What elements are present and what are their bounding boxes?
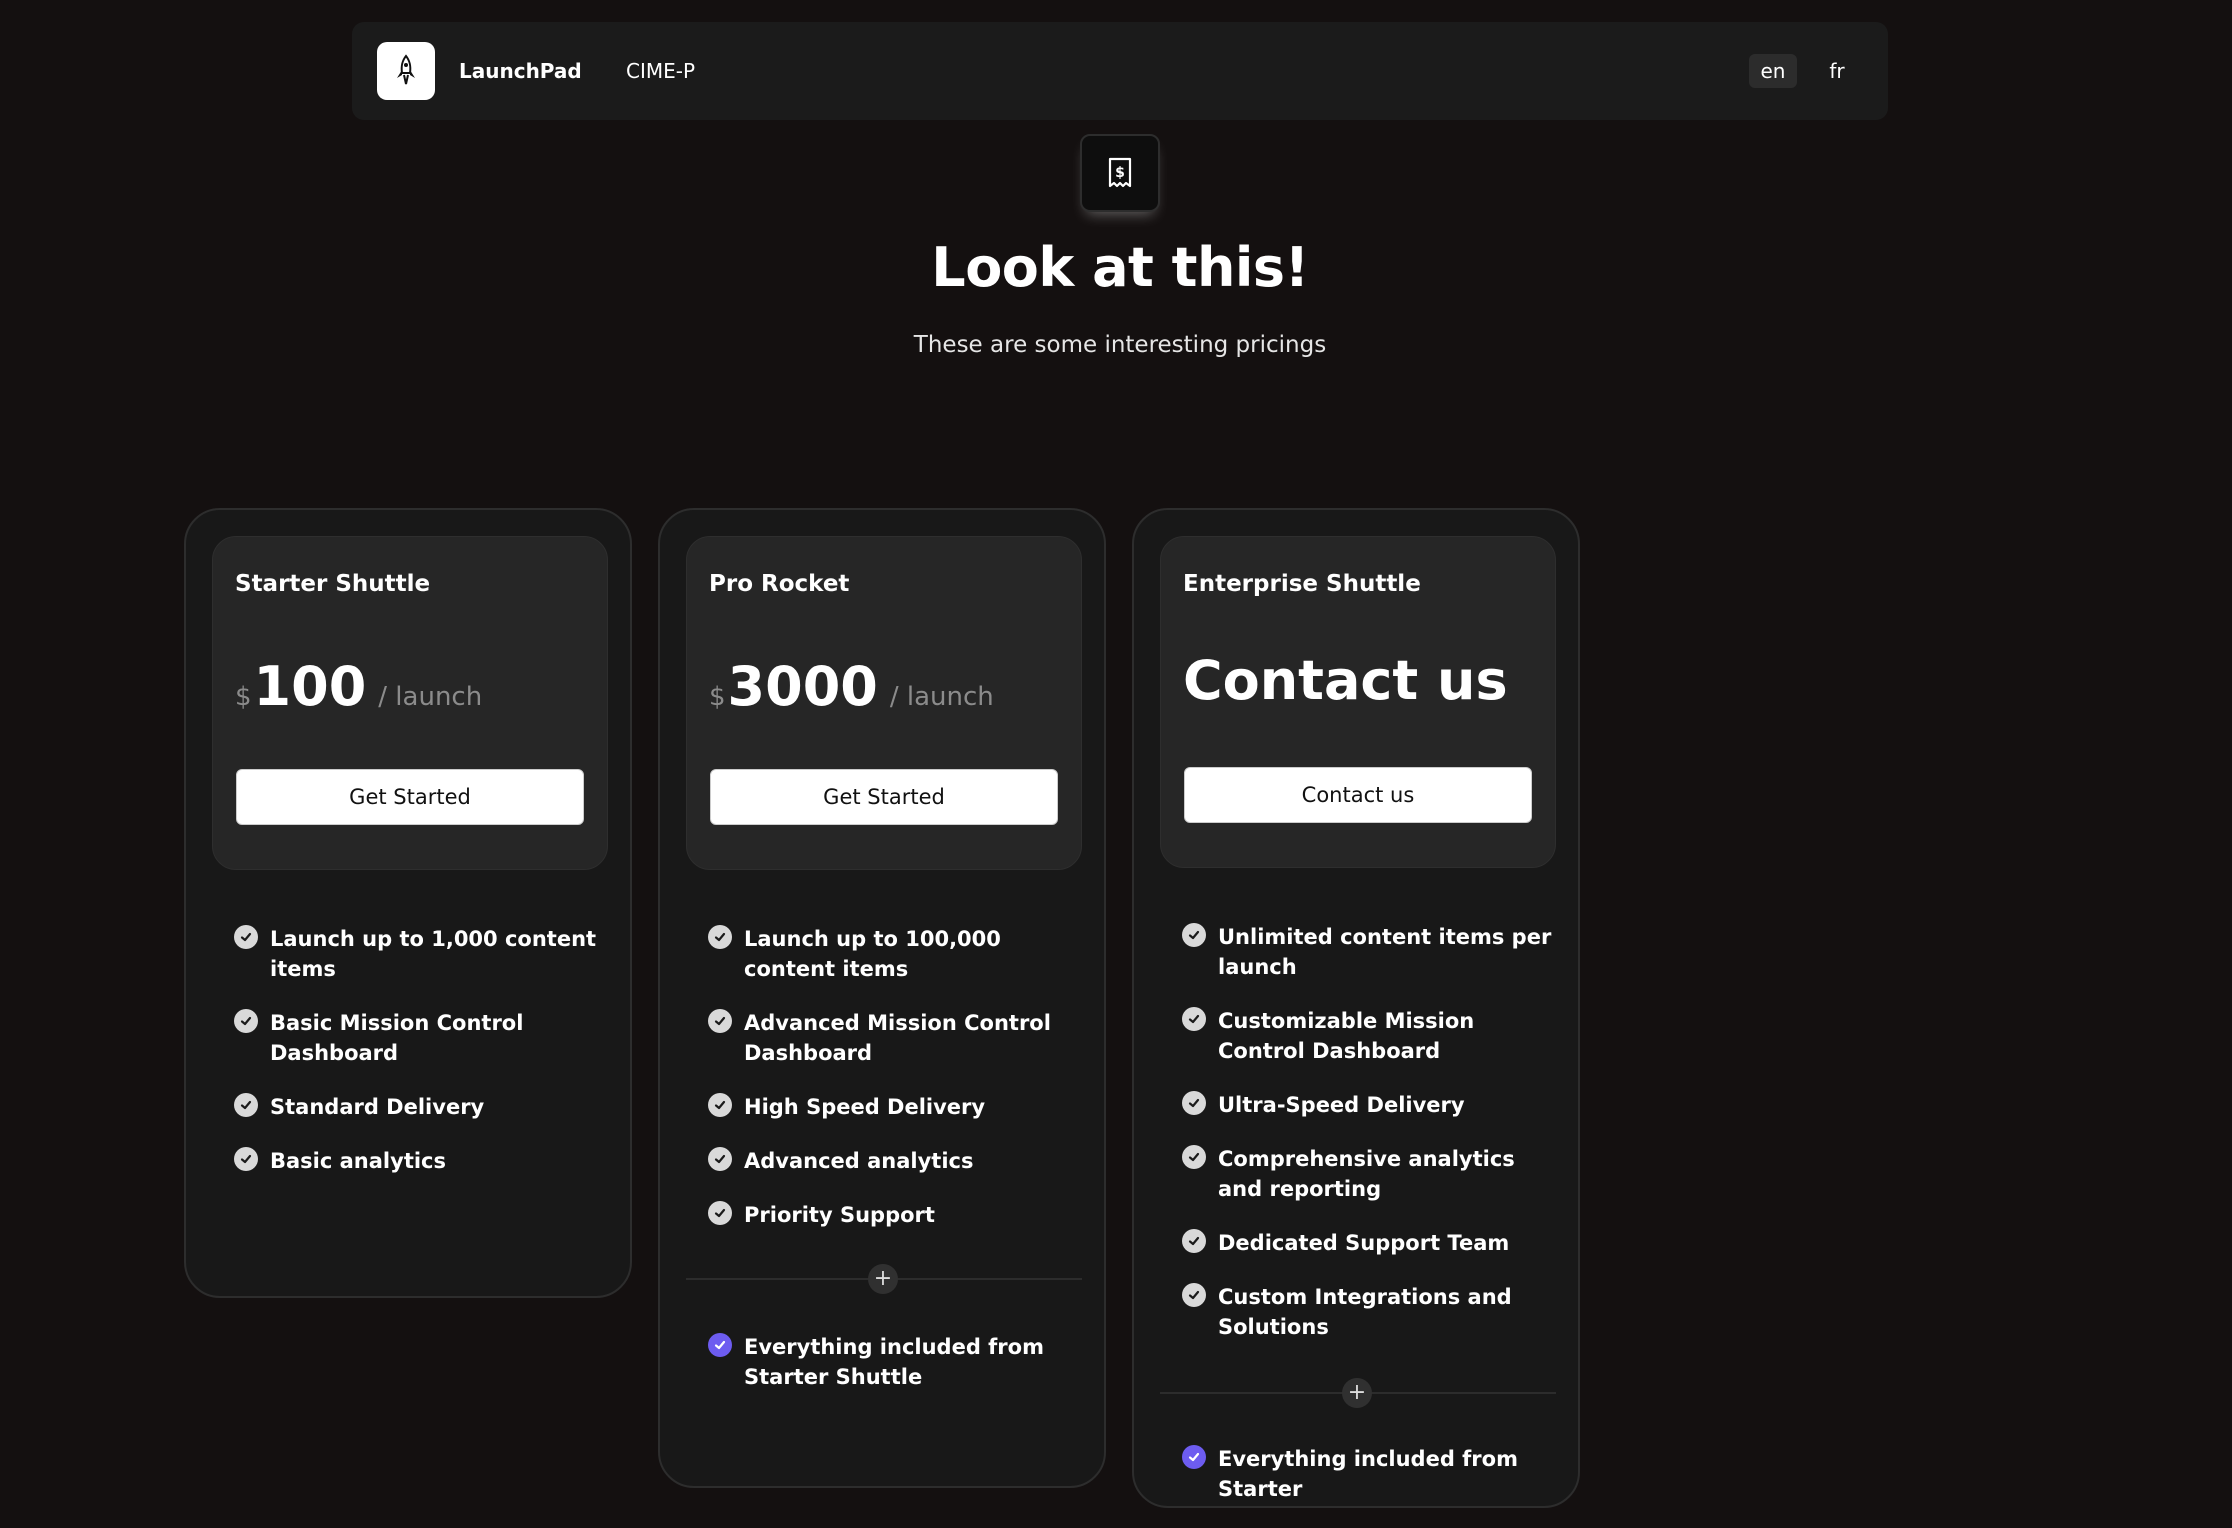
check-icon <box>708 925 732 949</box>
feature-text: Launch up to 1,000 content items <box>270 927 597 981</box>
price-amount: 100 <box>253 655 367 718</box>
price-contact: Contact us <box>1183 649 1508 712</box>
pricing-card-enterprise: Enterprise Shuttle Contact us Contact us… <box>1132 508 1580 1508</box>
feature-text: Everything included from Starter Shuttle <box>744 1335 1044 1389</box>
pricing-card-pro: Pro Rocket $ 3000 / launch Get Started L… <box>658 508 1106 1488</box>
feature-text: Advanced analytics <box>744 1149 974 1173</box>
check-icon <box>1182 1091 1206 1115</box>
feature-text: Basic Mission Control Dashboard <box>270 1011 524 1065</box>
nav-link-cime-p[interactable]: CIME-P <box>626 22 695 120</box>
feature-item: Standard Delivery <box>234 1092 604 1122</box>
plus-icon[interactable]: + <box>1342 1378 1372 1408</box>
feature-text: Customizable Mission Control Dashboard <box>1218 1009 1475 1063</box>
feature-item: High Speed Delivery <box>708 1092 1078 1122</box>
card-header: Pro Rocket $ 3000 / launch Get Started <box>686 536 1082 870</box>
feature-list: Launch up to 100,000 content items Advan… <box>708 924 1078 1254</box>
brand-name[interactable]: LaunchPad <box>459 22 582 120</box>
check-icon <box>1182 1229 1206 1253</box>
check-icon <box>1182 1445 1206 1469</box>
lang-en-button[interactable]: en <box>1749 54 1797 88</box>
pricing-card-starter: Starter Shuttle $ 100 / launch Get Start… <box>184 508 632 1298</box>
feature-text: Standard Delivery <box>270 1095 485 1119</box>
check-icon <box>234 1147 258 1171</box>
check-icon <box>708 1009 732 1033</box>
get-started-button[interactable]: Get Started <box>236 769 584 825</box>
feature-text: Ultra-Speed Delivery <box>1218 1093 1465 1117</box>
check-icon <box>708 1147 732 1171</box>
card-header: Enterprise Shuttle Contact us Contact us <box>1160 536 1556 868</box>
hero-badge: $ <box>1080 134 1160 212</box>
price-period: / launch <box>889 682 994 712</box>
check-icon <box>1182 1283 1206 1307</box>
feature-item: Advanced Mission Control Dashboard <box>708 1008 1078 1068</box>
price: $ 3000 / launch <box>709 655 994 718</box>
check-icon <box>1182 1145 1206 1169</box>
feature-text: Unlimited content items per launch <box>1218 925 1552 979</box>
plan-name: Starter Shuttle <box>235 571 431 597</box>
feature-item: Everything included from Starter <box>1182 1444 1552 1504</box>
check-icon <box>234 1093 258 1117</box>
check-icon <box>1182 923 1206 947</box>
feature-text: Launch up to 100,000 content items <box>744 927 1001 981</box>
rocket-icon <box>397 54 415 85</box>
price-period: / launch <box>378 682 483 712</box>
feature-text: Priority Support <box>744 1203 935 1227</box>
feature-text: Basic analytics <box>270 1149 446 1173</box>
check-icon <box>708 1333 732 1357</box>
svg-text:$: $ <box>1115 165 1125 181</box>
check-icon <box>1182 1007 1206 1031</box>
currency-symbol: $ <box>235 682 252 712</box>
feature-item: Comprehensive analytics and reporting <box>1182 1144 1552 1204</box>
feature-item: Customizable Mission Control Dashboard <box>1182 1006 1552 1066</box>
check-icon <box>708 1093 732 1117</box>
check-icon <box>234 925 258 949</box>
check-icon <box>708 1201 732 1225</box>
logo[interactable] <box>377 42 435 100</box>
feature-item: Everything included from Starter Shuttle <box>708 1332 1078 1392</box>
feature-item: Advanced analytics <box>708 1146 1078 1176</box>
feature-item: Basic Mission Control Dashboard <box>234 1008 604 1068</box>
receipt-dollar-icon: $ <box>1108 157 1132 188</box>
feature-text: Custom Integrations and Solutions <box>1218 1285 1512 1339</box>
lang-fr-button[interactable]: fr <box>1820 54 1854 88</box>
included-list: Everything included from Starter Shuttle <box>708 1332 1078 1416</box>
feature-text: Advanced Mission Control Dashboard <box>744 1011 1051 1065</box>
feature-item: Basic analytics <box>234 1146 604 1176</box>
currency-symbol: $ <box>709 682 726 712</box>
feature-text: Dedicated Support Team <box>1218 1231 1510 1255</box>
price-amount: 3000 <box>727 655 878 718</box>
price: $ 100 / launch <box>235 655 482 718</box>
plus-icon[interactable]: + <box>868 1264 898 1294</box>
get-started-button[interactable]: Get Started <box>710 769 1058 825</box>
feature-item: Launch up to 1,000 content items <box>234 924 604 984</box>
feature-text: Everything included from Starter <box>1218 1447 1518 1501</box>
card-header: Starter Shuttle $ 100 / launch Get Start… <box>212 536 608 870</box>
feature-item: Dedicated Support Team <box>1182 1228 1552 1258</box>
plan-name: Enterprise Shuttle <box>1183 571 1421 597</box>
feature-list: Launch up to 1,000 content items Basic M… <box>234 924 604 1200</box>
feature-item: Launch up to 100,000 content items <box>708 924 1078 984</box>
check-icon <box>234 1009 258 1033</box>
feature-text: High Speed Delivery <box>744 1095 986 1119</box>
top-navbar: LaunchPad CIME-P en fr <box>352 22 1888 120</box>
feature-item: Unlimited content items per launch <box>1182 922 1552 982</box>
feature-list: Unlimited content items per launch Custo… <box>1182 922 1552 1366</box>
page-title: Look at this! <box>931 236 1309 299</box>
feature-item: Priority Support <box>708 1200 1078 1230</box>
contact-us-button[interactable]: Contact us <box>1184 767 1532 823</box>
feature-item: Custom Integrations and Solutions <box>1182 1282 1552 1342</box>
included-list: Everything included from Starter <box>1182 1444 1552 1528</box>
feature-item: Ultra-Speed Delivery <box>1182 1090 1552 1120</box>
page-subtitle: These are some interesting pricings <box>913 332 1327 358</box>
feature-text: Comprehensive analytics and reporting <box>1218 1147 1515 1201</box>
plan-name: Pro Rocket <box>709 571 850 597</box>
